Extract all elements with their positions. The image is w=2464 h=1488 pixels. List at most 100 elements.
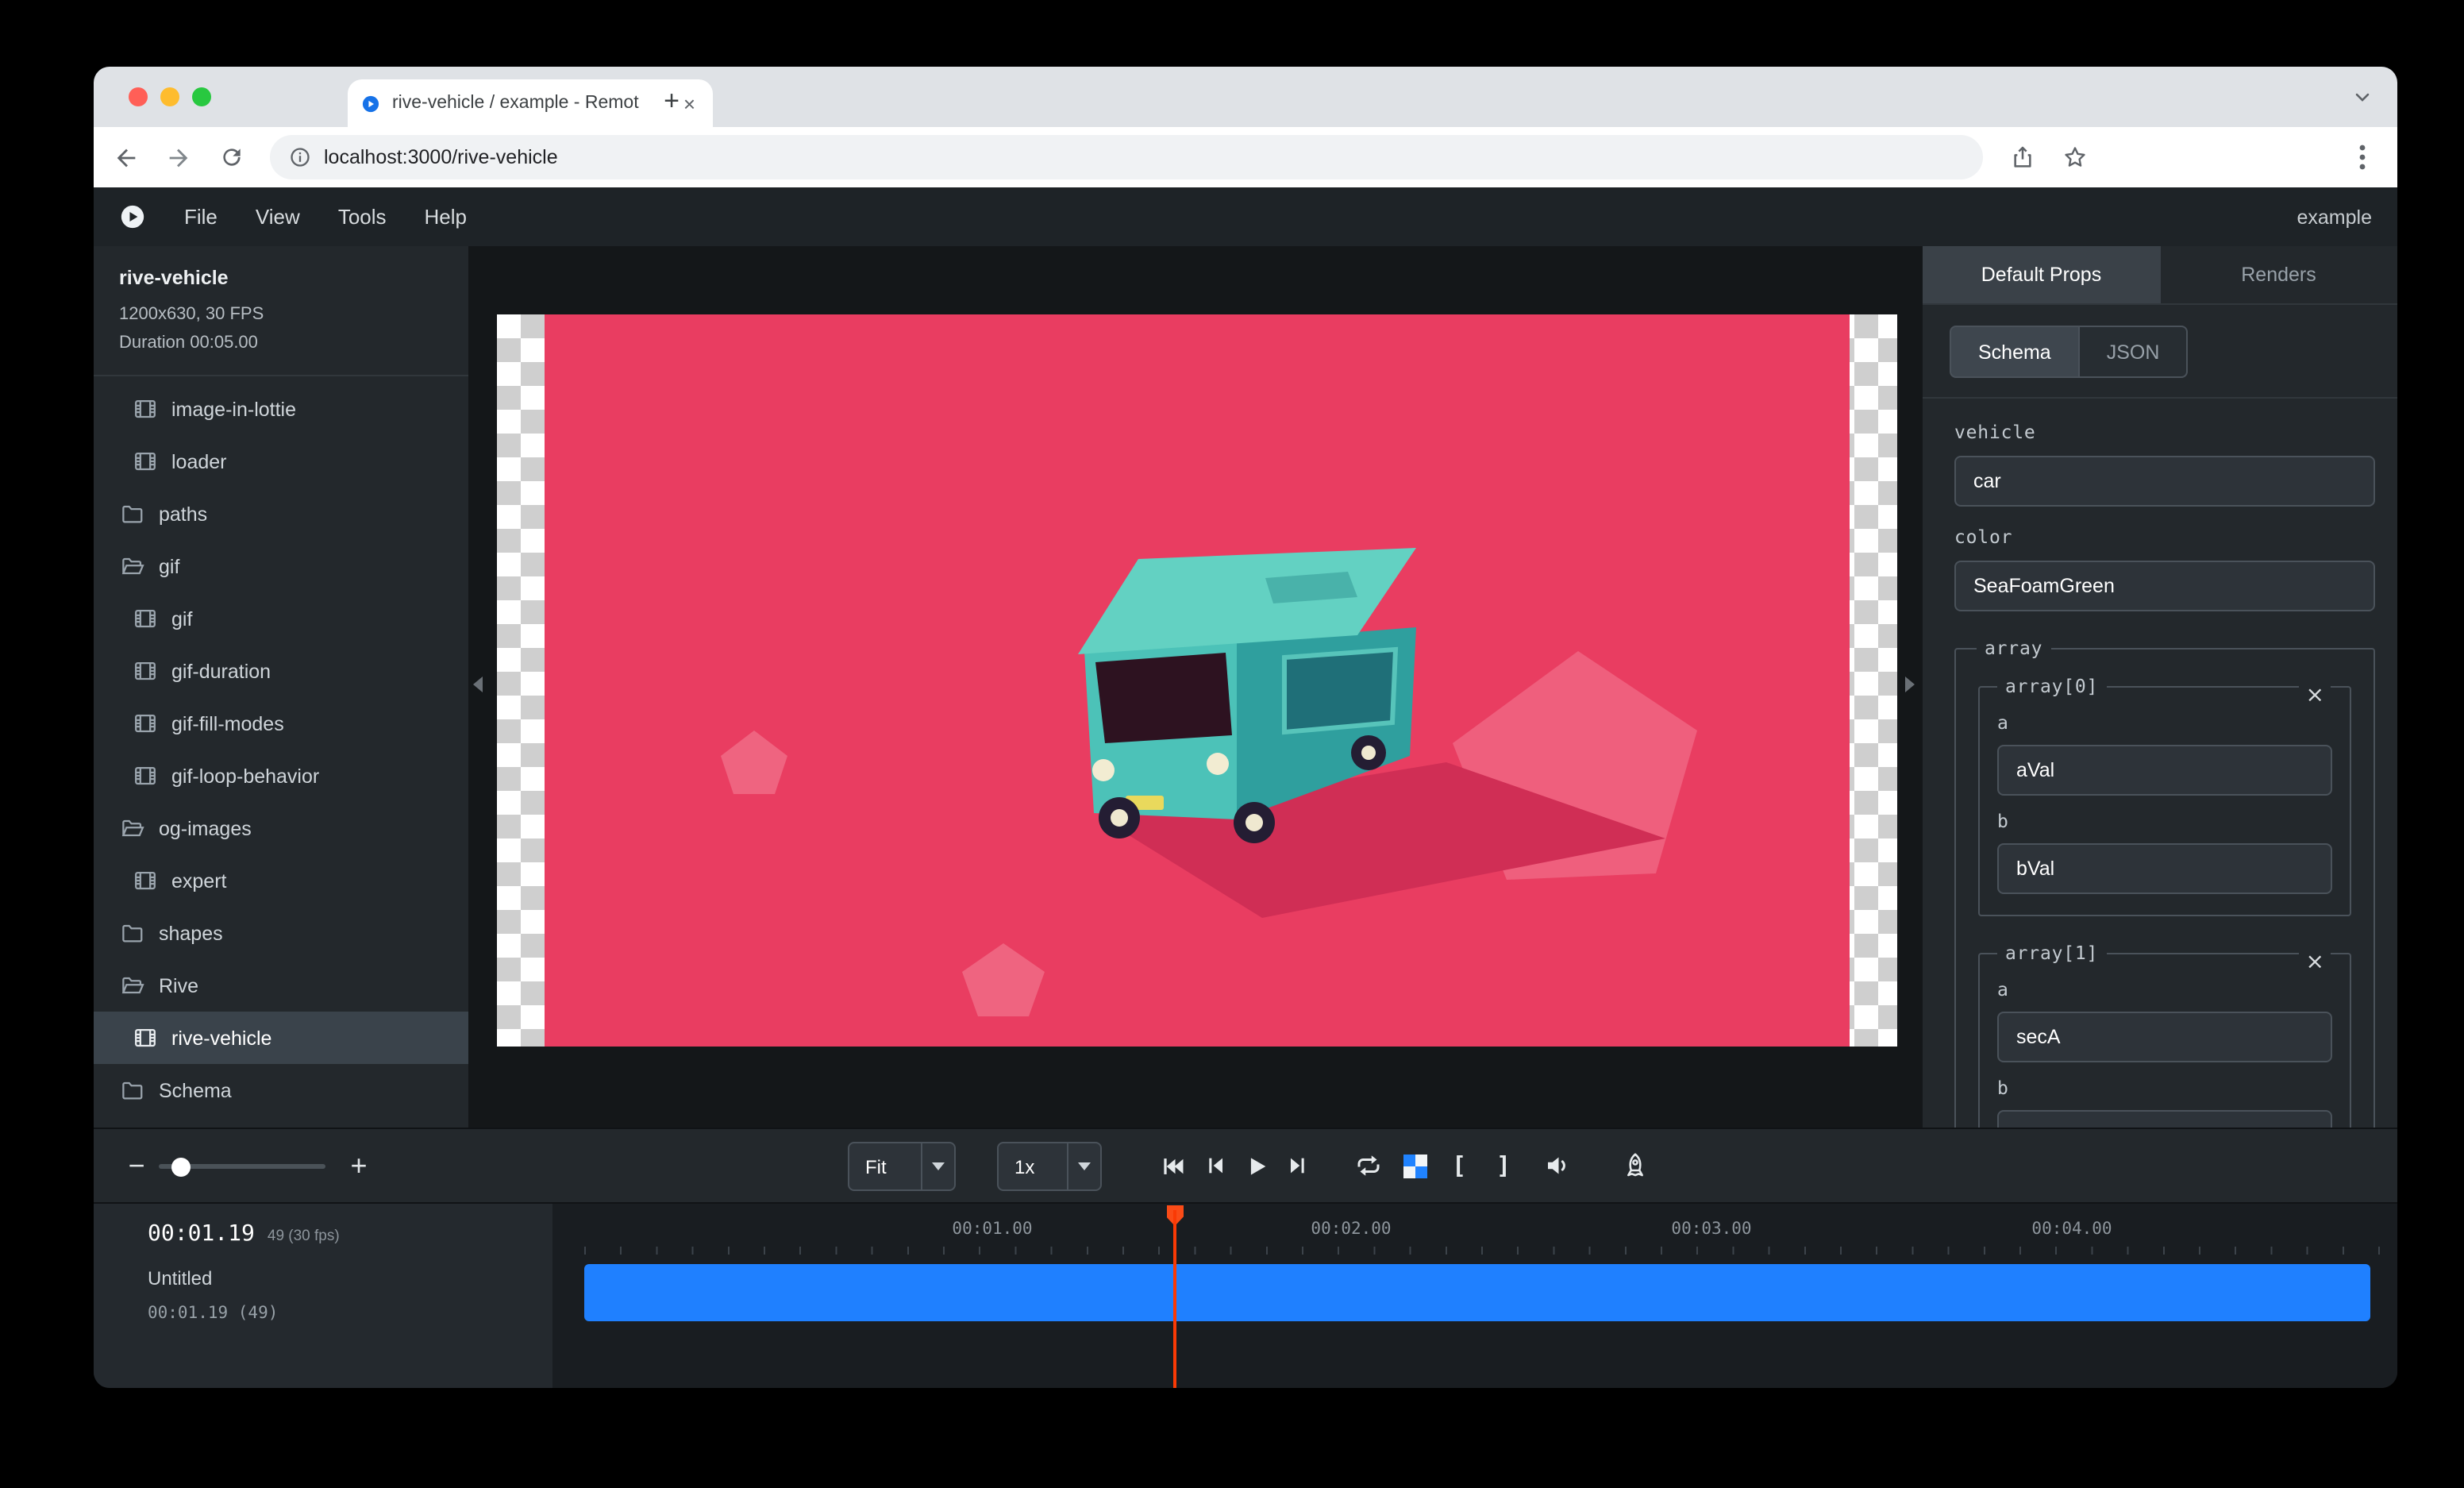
composition-list-item[interactable]: Schema [94, 1065, 468, 1117]
schema-toggle-button[interactable]: Schema [1950, 326, 2080, 378]
composition-list-item[interactable]: image-in-lottie [94, 384, 468, 436]
array-1-b-input[interactable] [1997, 1110, 2332, 1128]
composition-list-item[interactable]: og-images [94, 803, 468, 855]
composition-list-item[interactable]: Rive [94, 960, 468, 1012]
array-label: array [1977, 637, 2050, 659]
next-frame-icon[interactable] [1280, 1129, 1318, 1202]
composition-list-item[interactable]: gif-loop-behavior [94, 750, 468, 803]
composition-list-item[interactable]: paths [94, 488, 468, 541]
array-1-label: array[1] [1997, 942, 2106, 964]
browser-menu-icon[interactable] [2348, 144, 2375, 171]
color-input[interactable] [1954, 561, 2375, 611]
tab-renders[interactable]: Renders [2160, 246, 2397, 303]
out-point-button[interactable]: ] [1484, 1129, 1523, 1202]
default-props-form: vehicle color array array[0] × a b [1923, 399, 2397, 1128]
volume-icon[interactable] [1538, 1129, 1577, 1202]
json-toggle-button[interactable]: JSON [2080, 326, 2189, 378]
ruler-label: 00:01.00 [952, 1220, 1032, 1239]
site-info-icon[interactable] [289, 146, 311, 168]
vehicle-input[interactable] [1954, 456, 2375, 507]
array-fieldset: array array[0] × a b array[1] × [1954, 637, 2375, 1128]
composition-list-item[interactable]: gif [94, 541, 468, 593]
zoom-in-button[interactable]: + [348, 1129, 370, 1202]
composition-duration: Duration 00:05.00 [119, 329, 443, 357]
composition-list-item[interactable]: gif-duration [94, 646, 468, 698]
array-item-1: array[1] × a b [1978, 942, 2351, 1128]
fit-select[interactable]: Fit [848, 1142, 956, 1191]
remove-array-0-icon[interactable]: × [2300, 683, 2331, 708]
collapse-sidebar-icon[interactable] [473, 677, 483, 692]
right-panel: Default Props Renders Schema JSON vehicl… [1921, 246, 2397, 1128]
panel-tabs: Default Props Renders [1923, 246, 2397, 305]
address-bar[interactable]: localhost:3000/rive-vehicle [270, 135, 1983, 179]
array-0-a-input[interactable] [1997, 745, 2332, 796]
menu-item[interactable]: File [165, 187, 237, 246]
composition-list-item[interactable]: shapes [94, 908, 468, 960]
folder-icon [121, 922, 144, 946]
array-0-label: array[0] [1997, 675, 2106, 697]
collapse-panel-icon[interactable] [1905, 677, 1915, 692]
tab-title: rive-vehicle / example - Remot [392, 94, 668, 113]
composition-item-label: rive-vehicle [171, 1027, 271, 1050]
transparency-checkerboard-icon[interactable] [1396, 1129, 1434, 1202]
desktop: rive-vehicle / example - Remot × + [0, 0, 2464, 1488]
in-point-button[interactable]: [ [1440, 1129, 1478, 1202]
timeline-info: 00:01.19 49 (30 fps) Untitled 00:01.19 (… [94, 1204, 552, 1388]
bookmark-star-icon[interactable] [2061, 144, 2088, 171]
composition-item-label: loader [171, 451, 227, 473]
loop-icon[interactable] [1349, 1129, 1388, 1202]
menu-item[interactable]: View [237, 187, 319, 246]
browser-navbar: localhost:3000/rive-vehicle [94, 127, 2397, 187]
schema-json-toggle: Schema JSON [1923, 305, 2397, 399]
tab-default-props[interactable]: Default Props [1923, 246, 2160, 303]
folder-open-icon [121, 555, 144, 579]
composition-list-item[interactable]: gif [94, 593, 468, 646]
timeline-track[interactable] [584, 1264, 2370, 1321]
reload-icon[interactable] [218, 144, 244, 171]
back-icon[interactable] [113, 144, 140, 171]
url-text: localhost:3000/rive-vehicle [324, 146, 558, 168]
a-label: a [1997, 711, 2332, 734]
play-icon[interactable] [1237, 1129, 1275, 1202]
film-icon [133, 712, 157, 736]
previous-frame-icon[interactable] [1195, 1129, 1234, 1202]
share-icon[interactable] [2008, 144, 2035, 171]
film-icon [133, 607, 157, 631]
browser-window: rive-vehicle / example - Remot × + [94, 67, 2397, 1388]
playback-speed-select[interactable]: 1x [997, 1142, 1102, 1191]
zoom-slider-knob[interactable] [171, 1157, 191, 1176]
composition-list-item[interactable]: loader [94, 436, 468, 488]
zoom-slider[interactable] [159, 1164, 325, 1169]
timeline: 00:01.19 49 (30 fps) Untitled 00:01.19 (… [94, 1202, 2397, 1388]
remove-array-1-icon[interactable]: × [2300, 950, 2331, 975]
menu-item[interactable]: Tools [319, 187, 406, 246]
menu-item[interactable]: Help [406, 187, 487, 246]
composition-item-label: gif [171, 608, 192, 630]
composition-list-item[interactable]: gif-fill-modes [94, 698, 468, 750]
folder-icon [121, 1079, 144, 1103]
chevron-down-icon [921, 1143, 954, 1189]
composition-item-label: gif-fill-modes [171, 713, 284, 735]
composition-canvas [497, 314, 1897, 1047]
composition-item-label: shapes [159, 923, 223, 945]
array-0-b-input[interactable] [1997, 843, 2332, 894]
film-icon [133, 1027, 157, 1050]
forward-icon[interactable] [165, 144, 192, 171]
composition-item-label: expert [171, 870, 227, 892]
composition-list-item[interactable]: rive-vehicle [94, 1012, 468, 1065]
fullscreen-window-button[interactable] [192, 87, 211, 106]
render-rocket-icon[interactable] [1616, 1129, 1654, 1202]
film-icon [133, 869, 157, 893]
composition-list-item[interactable]: expert [94, 855, 468, 908]
close-window-button[interactable] [129, 87, 148, 106]
studio-menubar: File View Tools Help example [94, 187, 2397, 246]
zoom-out-button[interactable]: − [125, 1129, 148, 1202]
menu-items: File View Tools Help [165, 187, 486, 246]
new-tab-button[interactable]: + [649, 79, 694, 124]
minimize-window-button[interactable] [160, 87, 179, 106]
array-1-a-input[interactable] [1997, 1012, 2332, 1062]
chevron-down-icon[interactable] [2351, 86, 2374, 108]
jump-to-start-icon[interactable] [1153, 1129, 1191, 1202]
composition-item-label: gif-loop-behavior [171, 765, 319, 788]
composition-item-label: gif-duration [171, 661, 271, 683]
